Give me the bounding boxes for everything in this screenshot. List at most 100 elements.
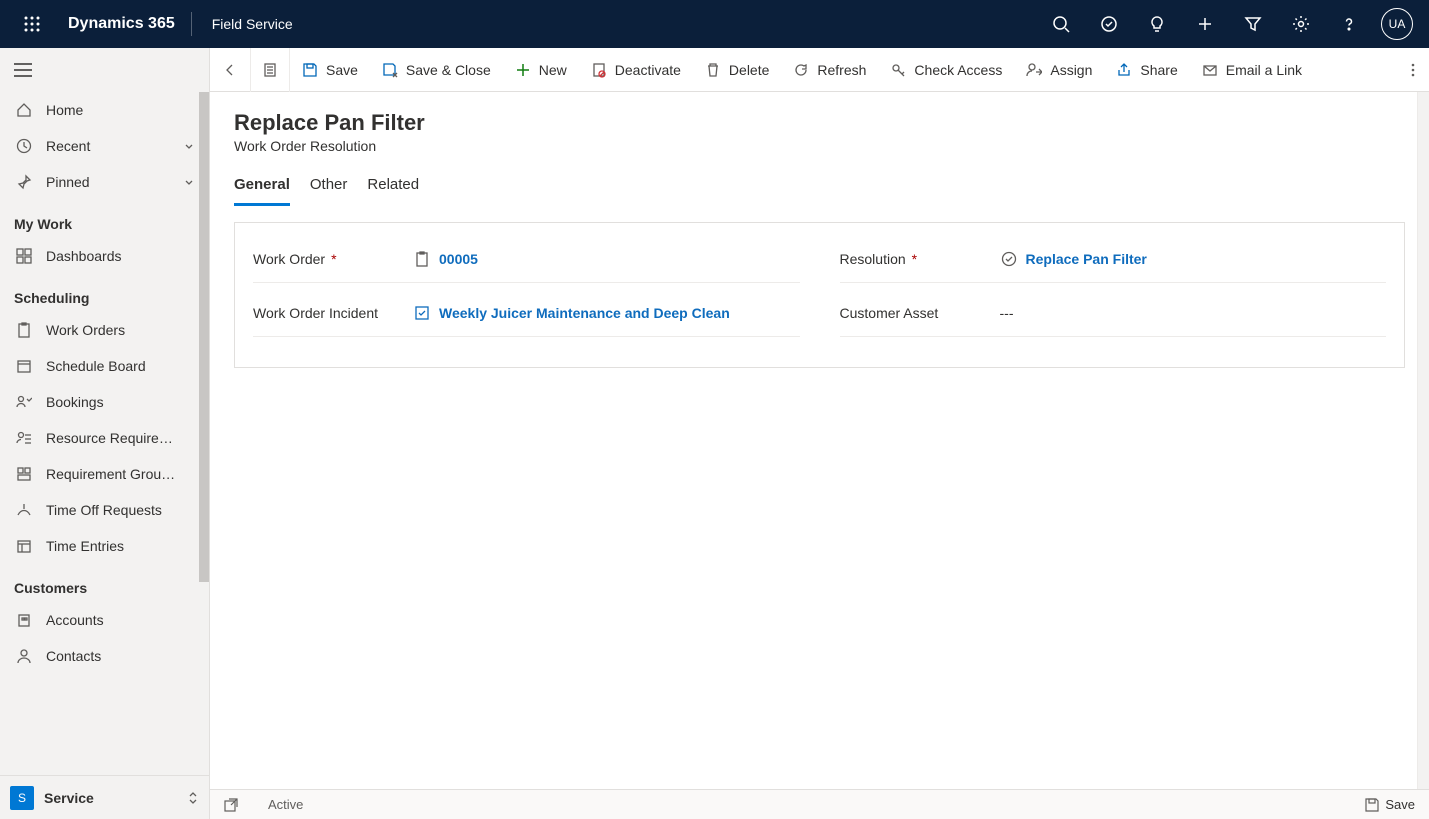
settings-button[interactable] — [1277, 0, 1325, 48]
refresh-button[interactable]: Refresh — [781, 48, 878, 92]
task-button[interactable] — [1085, 0, 1133, 48]
field-label: Work Order Incident — [253, 305, 378, 321]
lightbulb-icon — [1148, 15, 1166, 33]
help-button[interactable] — [1325, 0, 1373, 48]
incident-icon — [413, 304, 431, 322]
nav-item-label: Work Orders — [46, 322, 195, 338]
refresh-icon — [793, 62, 809, 78]
tab-other[interactable]: Other — [310, 176, 348, 206]
tab-general[interactable]: General — [234, 176, 290, 206]
dashboard-icon — [14, 248, 34, 264]
filter-button[interactable] — [1229, 0, 1277, 48]
lookup-value-link[interactable]: 00005 — [439, 251, 478, 267]
chevron-down-icon — [183, 140, 195, 152]
field-resolution[interactable]: Resolution* Replace Pan Filter — [840, 243, 1387, 283]
field-customer-asset[interactable]: Customer Asset --- — [840, 297, 1387, 337]
nav-schedule-board[interactable]: Schedule Board — [0, 348, 209, 384]
nav-contacts[interactable]: Contacts — [0, 638, 209, 674]
nav-collapse-button[interactable] — [0, 48, 209, 92]
nav-item-label: Accounts — [46, 612, 195, 628]
app-name-label[interactable]: Field Service — [196, 16, 309, 32]
area-switcher[interactable]: S Service — [0, 775, 209, 819]
cmd-label: Refresh — [817, 62, 866, 78]
deactivate-button[interactable]: Deactivate — [579, 48, 693, 92]
more-commands-button[interactable] — [1397, 62, 1429, 78]
nav-item-label: Dashboards — [46, 248, 195, 264]
brand-label[interactable]: Dynamics 365 — [56, 15, 187, 33]
cmd-label: Check Access — [914, 62, 1002, 78]
nav-dashboards[interactable]: Dashboards — [0, 238, 209, 274]
nav-time-off[interactable]: Time Off Requests — [0, 492, 209, 528]
assign-icon — [1026, 62, 1042, 78]
site-map-nav: Home Recent Pinned My Work Dashboards Sc… — [0, 48, 210, 819]
form-header: Replace Pan Filter Work Order Resolution — [210, 92, 1429, 162]
arrow-left-icon — [222, 62, 238, 78]
save-button[interactable]: Save — [290, 48, 370, 92]
new-button[interactable]: New — [503, 48, 579, 92]
save-close-button[interactable]: Save & Close — [370, 48, 503, 92]
save-icon — [302, 62, 318, 78]
lookup-value-link[interactable]: Weekly Juicer Maintenance and Deep Clean — [439, 305, 730, 321]
cmd-label: Assign — [1050, 62, 1092, 78]
cmd-label: Deactivate — [615, 62, 681, 78]
sidebar-scrollbar[interactable] — [199, 92, 209, 582]
field-work-order[interactable]: Work Order * 00005 — [253, 243, 800, 283]
form-tabs: General Other Related — [210, 162, 1429, 206]
help-icon — [1340, 15, 1358, 33]
chevron-down-icon — [183, 176, 195, 188]
ideas-button[interactable] — [1133, 0, 1181, 48]
field-work-order-incident[interactable]: Work Order Incident Weekly Juicer Mainte… — [253, 297, 800, 337]
task-icon — [1100, 15, 1118, 33]
reqgroup-icon — [14, 466, 34, 482]
nav-time-entries[interactable]: Time Entries — [0, 528, 209, 564]
plus-icon — [515, 62, 531, 78]
nav-work-orders[interactable]: Work Orders — [0, 312, 209, 348]
lookup-value-link[interactable]: Replace Pan Filter — [1026, 251, 1147, 267]
key-icon — [890, 62, 906, 78]
add-button[interactable] — [1181, 0, 1229, 48]
search-button[interactable] — [1037, 0, 1085, 48]
popout-button[interactable] — [224, 798, 238, 812]
record-title: Replace Pan Filter — [234, 110, 1405, 136]
field-label: Work Order — [253, 251, 325, 267]
funnel-icon — [1244, 15, 1262, 33]
divider — [191, 12, 192, 36]
nav-group-scheduling: Scheduling — [0, 274, 209, 312]
footer-save-button[interactable]: Save — [1365, 797, 1415, 812]
clipboard-icon — [14, 322, 34, 338]
user-avatar[interactable]: UA — [1381, 8, 1413, 40]
required-indicator: * — [331, 251, 336, 267]
back-button[interactable] — [210, 48, 251, 92]
assign-button[interactable]: Assign — [1014, 48, 1104, 92]
email-link-button[interactable]: Email a Link — [1190, 48, 1314, 92]
pin-icon — [14, 174, 34, 190]
check-circle-icon — [1000, 250, 1018, 268]
delete-button[interactable]: Delete — [693, 48, 781, 92]
nav-bookings[interactable]: Bookings — [0, 384, 209, 420]
share-button[interactable]: Share — [1104, 48, 1189, 92]
nav-resource-requirements[interactable]: Resource Require… — [0, 420, 209, 456]
nav-pinned[interactable]: Pinned — [0, 164, 209, 200]
cmd-label: Email a Link — [1226, 62, 1302, 78]
nav-item-label: Time Entries — [46, 538, 195, 554]
status-label: Active — [268, 797, 303, 812]
tab-related[interactable]: Related — [367, 176, 419, 206]
footer-save-label: Save — [1385, 797, 1415, 812]
nav-home[interactable]: Home — [0, 92, 209, 128]
hamburger-icon — [14, 63, 32, 77]
form-section: Work Order * 00005 Resolution* Replace Pa… — [234, 222, 1405, 368]
save-close-icon — [382, 62, 398, 78]
record-set-button[interactable] — [251, 48, 290, 92]
area-label: Service — [44, 790, 187, 806]
check-access-button[interactable]: Check Access — [878, 48, 1014, 92]
content-area: Save Save & Close New Deactivate Delete … — [210, 48, 1429, 819]
nav-requirement-groups[interactable]: Requirement Grou… — [0, 456, 209, 492]
timeoff-icon — [14, 502, 34, 518]
nav-accounts[interactable]: Accounts — [0, 602, 209, 638]
clipboard-icon — [413, 250, 431, 268]
content-scrollbar[interactable] — [1417, 92, 1429, 789]
nav-item-label: Contacts — [46, 648, 195, 664]
nav-recent[interactable]: Recent — [0, 128, 209, 164]
nav-group-mywork: My Work — [0, 200, 209, 238]
app-launcher-button[interactable] — [8, 0, 56, 48]
